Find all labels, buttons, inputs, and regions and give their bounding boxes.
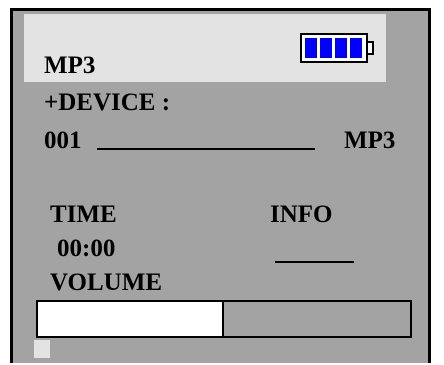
header-bar: MP3 <box>24 14 386 82</box>
battery-cell <box>350 38 362 58</box>
info-label: INFO <box>270 201 333 228</box>
device-label: +DEVICE : <box>44 89 171 116</box>
device-type: MP3 <box>344 127 396 154</box>
battery-cell <box>305 38 317 58</box>
volume-bar[interactable] <box>36 300 412 338</box>
battery-cell <box>320 38 332 58</box>
volume-label: VOLUME <box>50 269 162 296</box>
device-number: 001 <box>44 127 82 154</box>
volume-fill <box>38 302 224 336</box>
battery-full-icon <box>300 33 374 63</box>
time-value: 00:00 <box>57 235 116 262</box>
status-square <box>34 340 50 358</box>
time-label: TIME <box>50 201 117 228</box>
device-underline <box>97 148 315 150</box>
mode-label: MP3 <box>44 52 96 79</box>
battery-cell <box>335 38 347 58</box>
info-value-blank <box>275 261 354 263</box>
